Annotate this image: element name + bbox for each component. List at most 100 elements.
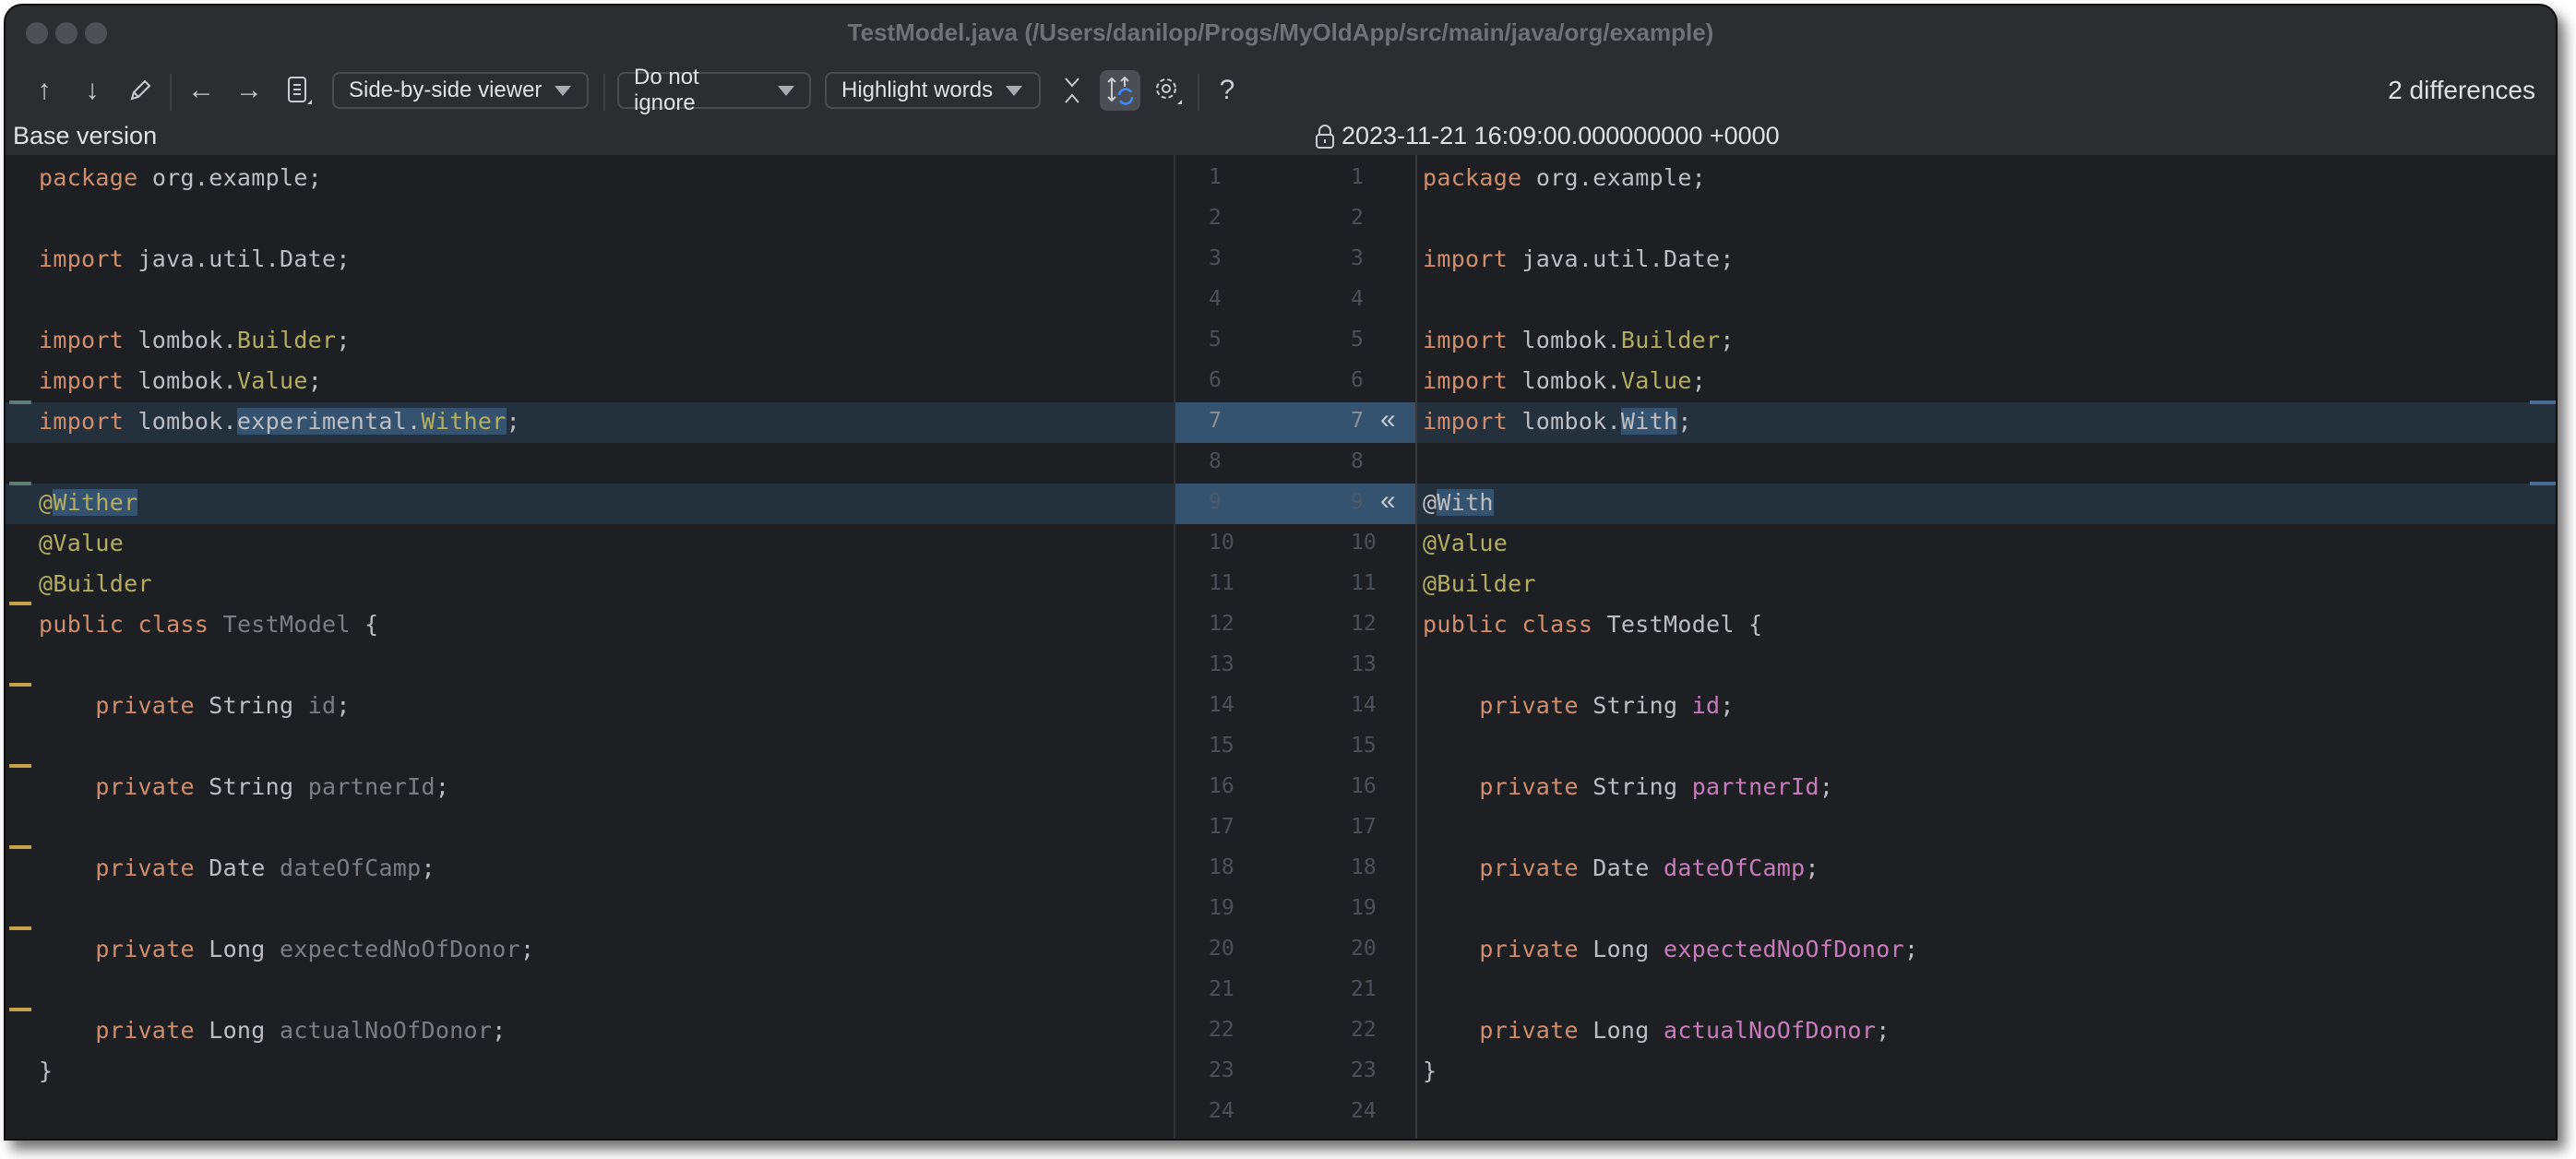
changed-code-line[interactable]: @With xyxy=(1417,484,2556,524)
left-line-number: 17 xyxy=(1209,815,1234,839)
code-token: expectedNoOfDonor xyxy=(1663,936,1904,962)
code-token: String xyxy=(194,773,308,800)
code-line[interactable] xyxy=(1417,646,2556,687)
next-difference-button[interactable]: ↓ xyxy=(86,75,100,106)
code-line[interactable]: import lombok.Value; xyxy=(1417,362,2556,402)
code-line[interactable] xyxy=(6,646,1174,687)
code-line[interactable]: package org.example; xyxy=(6,159,1174,199)
code-line[interactable]: private String id; xyxy=(6,687,1174,727)
code-token: Long xyxy=(194,936,280,962)
code-line[interactable]: import lombok.Builder; xyxy=(6,321,1174,362)
code-line[interactable] xyxy=(1417,890,2556,930)
code-line[interactable]: private Date dateOfCamp; xyxy=(1417,849,2556,890)
help-icon[interactable]: ? xyxy=(1207,70,1247,111)
code-line[interactable] xyxy=(6,808,1174,849)
code-token: lombok. xyxy=(124,367,237,394)
code-line[interactable] xyxy=(6,443,1174,484)
code-line[interactable] xyxy=(6,199,1174,240)
arrow-right-icon[interactable]: → xyxy=(229,70,269,111)
code-line[interactable]: } xyxy=(1417,1052,2556,1093)
code-token: package xyxy=(39,164,138,191)
code-line[interactable]: @Value xyxy=(1417,524,2556,565)
code-token: Builder xyxy=(236,327,337,353)
base-version-label: Base version xyxy=(13,122,158,149)
right-line-number: 3 xyxy=(1351,246,1364,270)
left-line-number: 13 xyxy=(1209,652,1234,676)
apply-change-left-icon[interactable]: « xyxy=(1380,404,1396,436)
code-line[interactable]: import java.util.Date; xyxy=(6,240,1174,281)
code-token: Wither xyxy=(421,408,507,435)
code-token: private xyxy=(95,773,195,800)
code-line[interactable]: @Builder xyxy=(6,565,1174,605)
document-icon[interactable] xyxy=(279,70,319,111)
code-line[interactable]: import lombok.Builder; xyxy=(1417,321,2556,362)
gutter-row: 7 7 « xyxy=(1175,402,1415,443)
code-text: @Builder xyxy=(39,570,152,597)
ignore-whitespace-dropdown[interactable]: Do not ignore xyxy=(617,65,811,115)
code-line[interactable]: private Long expectedNoOfDonor; xyxy=(6,930,1174,971)
code-line[interactable]: import java.util.Date; xyxy=(1417,240,2556,281)
code-token: import xyxy=(39,327,125,353)
arrow-up-icon[interactable]: ↑ xyxy=(24,70,65,111)
code-line[interactable]: package org.example; xyxy=(1417,159,2556,199)
code-token: ; xyxy=(1876,1017,1890,1044)
code-token: ; xyxy=(1691,367,1707,394)
right-line-number: 23 xyxy=(1351,1058,1377,1082)
revision-timestamp: 2023-11-21 16:09:00.000000000 +0000 xyxy=(1314,122,1780,150)
arrow-left-icon[interactable]: ← xyxy=(181,70,221,111)
collapse-unchanged-icon[interactable] xyxy=(1052,70,1092,111)
changed-code-line[interactable]: import lombok.With; xyxy=(1417,402,2556,443)
code-line[interactable]: } xyxy=(6,1052,1174,1093)
code-text: private String partnerId; xyxy=(39,773,449,800)
code-line[interactable]: private Long actualNoOfDonor; xyxy=(6,1011,1174,1052)
code-line[interactable] xyxy=(1417,808,2556,849)
code-line[interactable]: private String partnerId; xyxy=(1417,768,2556,808)
code-line[interactable]: private Date dateOfCamp; xyxy=(6,849,1174,890)
code-line[interactable]: public class TestModel { xyxy=(1417,605,2556,646)
code-line[interactable]: @Builder xyxy=(1417,565,2556,605)
code-line[interactable] xyxy=(1417,199,2556,240)
code-line[interactable]: private String id; xyxy=(1417,687,2556,727)
help-button[interactable]: ? xyxy=(1220,75,1235,106)
changed-code-line[interactable]: @Wither xyxy=(6,484,1174,524)
code-token: Long xyxy=(1578,1017,1664,1044)
code-line[interactable] xyxy=(6,727,1174,768)
code-token: dateOfCamp xyxy=(279,854,422,881)
code-line[interactable] xyxy=(1417,727,2556,768)
apply-change-left-icon[interactable]: « xyxy=(1380,485,1396,517)
current-version-editor[interactable]: package org.example; import java.util.Dat… xyxy=(1417,155,2556,1139)
back-button[interactable]: ← xyxy=(187,75,215,106)
code-line[interactable] xyxy=(1417,281,2556,321)
code-line[interactable] xyxy=(6,890,1174,930)
code-line[interactable]: private Long expectedNoOfDonor; xyxy=(1417,930,2556,971)
viewer-mode-dropdown[interactable]: Side-by-side viewer xyxy=(332,72,589,109)
code-line[interactable] xyxy=(6,1093,1174,1133)
gear-icon[interactable] xyxy=(1148,70,1188,111)
forward-button[interactable]: → xyxy=(235,75,263,106)
code-line[interactable]: private String partnerId; xyxy=(6,768,1174,808)
code-token: package xyxy=(1423,164,1522,191)
code-line[interactable] xyxy=(1417,971,2556,1011)
code-line[interactable] xyxy=(6,281,1174,321)
changed-code-line[interactable]: import lombok.experimental.Wither; xyxy=(6,402,1174,443)
code-line[interactable]: public class TestModel { xyxy=(6,605,1174,646)
code-token: expectedNoOfDonor xyxy=(279,936,520,962)
code-line[interactable]: import lombok.Value; xyxy=(6,362,1174,402)
code-token: public xyxy=(39,611,125,638)
left-line-number: 24 xyxy=(1209,1099,1234,1123)
code-line[interactable] xyxy=(6,971,1174,1011)
previous-difference-button[interactable]: ↑ xyxy=(38,75,52,106)
pencil-icon[interactable] xyxy=(120,70,161,111)
warning-marker xyxy=(9,683,31,687)
code-line[interactable]: @Value xyxy=(6,524,1174,565)
left-line-number: 23 xyxy=(1209,1058,1234,1082)
code-line[interactable] xyxy=(1417,443,2556,484)
highlight-mode-dropdown[interactable]: Highlight words xyxy=(825,72,1041,109)
code-line[interactable] xyxy=(1417,1093,2556,1133)
base-version-editor[interactable]: package org.example; import java.util.Dat… xyxy=(6,155,1174,1139)
sync-scroll-icon[interactable] xyxy=(1100,70,1140,111)
code-line[interactable]: private Long actualNoOfDonor; xyxy=(1417,1011,2556,1052)
arrow-down-icon[interactable]: ↓ xyxy=(72,70,113,111)
